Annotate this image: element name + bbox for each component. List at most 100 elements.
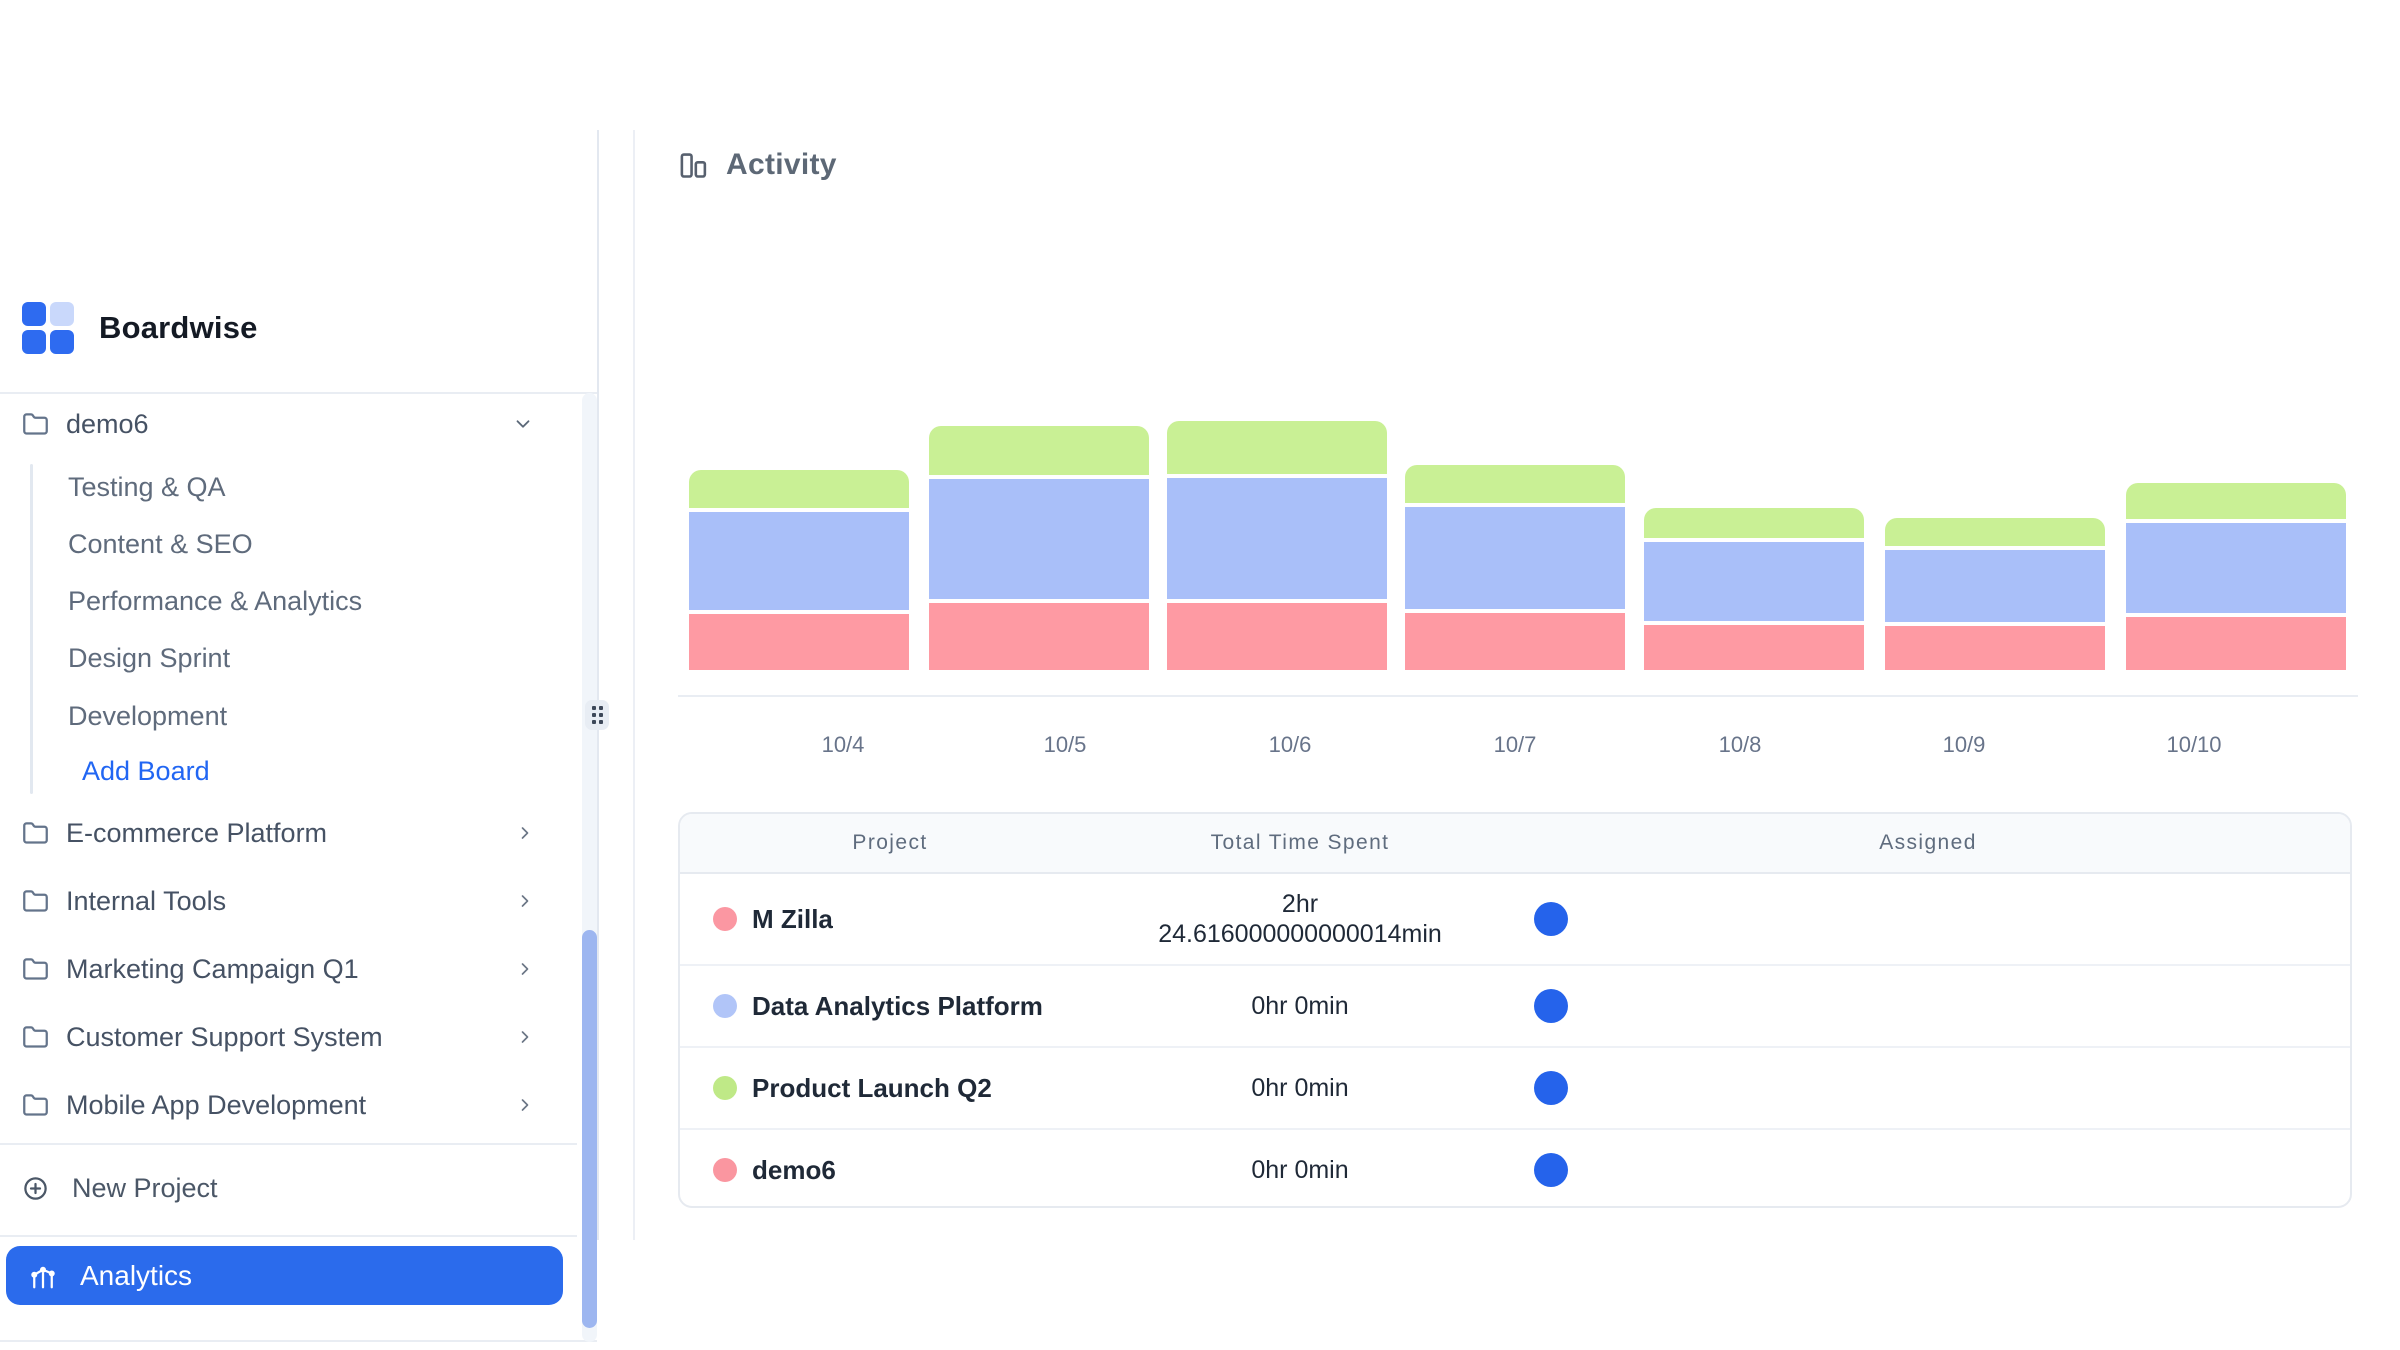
bar-segment-product-launch-q2 [1885,518,2105,546]
brand-name: Boardwise [99,310,258,346]
analytics-nav-button[interactable]: Analytics [6,1246,563,1305]
x-axis-tick-label: 10/10 [2166,732,2221,758]
sidebar-project-label: Internal Tools [66,886,226,917]
divider [0,1340,597,1342]
stacked-bar-10/7 [1405,465,1625,670]
x-axis-tick-label: 10/5 [1044,732,1087,758]
time-value-line: 0hr 0min [1100,991,1500,1021]
logo-square [50,302,74,326]
stacked-bar-10/9 [1885,518,2105,670]
bar-segment-data-analytics-platform [1405,507,1625,609]
folder-icon [22,1024,49,1051]
chevron-down-icon[interactable] [512,413,534,435]
logo-square [50,330,74,354]
sidebar-project-label: Mobile App Development [66,1090,366,1121]
add-board-button[interactable]: Add Board [82,751,210,791]
sidebar-resize-handle[interactable] [585,700,609,730]
x-axis-tick-label: 10/7 [1494,732,1537,758]
chevron-right-icon[interactable] [515,1095,535,1115]
assignee-avatar[interactable] [1534,1071,1568,1105]
sidebar-scrollbar-thumb[interactable] [582,930,597,1328]
sidebar-board-item[interactable]: Design Sprint [68,638,230,678]
sidebar-project-item[interactable]: E-commerce Platform [22,813,327,853]
activity-title: Activity [726,148,837,182]
stacked-bar-10/10 [2126,483,2346,670]
project-cell: Product Launch Q2 [680,1073,1100,1104]
grip-dot [592,713,596,717]
x-axis-tick-label: 10/4 [822,732,865,758]
folder-icon [22,1092,49,1119]
bar-chart-icon [678,150,709,181]
logo-square [22,330,46,354]
folder-icon [22,888,49,915]
brand[interactable]: Boardwise [22,302,258,354]
x-axis-tick-label: 10/8 [1719,732,1762,758]
bar-segment-data-analytics-platform [1644,542,1864,621]
brand-logo-icon [22,302,74,354]
sidebar-board-item[interactable]: Performance & Analytics [68,581,362,621]
sidebar-project-demo6[interactable]: demo6 [22,404,149,444]
chevron-right-icon[interactable] [515,1027,535,1047]
table-header: Project Total Time Spent Assigned [680,814,2350,874]
folder-icon [22,411,49,438]
project-color-dot [713,994,737,1018]
assignee-avatar[interactable] [1534,1153,1568,1187]
bar-segment-data-analytics-platform [1885,550,2105,622]
sidebar-project-item[interactable]: Marketing Campaign Q1 [22,949,359,989]
project-cell: M Zilla [680,904,1100,935]
assigned-cell [1500,902,2350,936]
total-time-cell: 0hr 0min [1100,1155,1500,1185]
table-row: Product Launch Q2 0hr 0min [680,1046,2350,1128]
project-name: Product Launch Q2 [752,1073,992,1104]
bar-segment-product-launch-q2 [1644,508,1864,538]
time-value-line: 0hr 0min [1100,1073,1500,1103]
sidebar-project-item[interactable]: Mobile App Development [22,1085,366,1125]
new-project-button[interactable]: New Project [22,1168,218,1208]
plus-circle-icon [22,1175,49,1202]
sidebar-project-item[interactable]: Internal Tools [22,881,226,921]
app-root: Boardwise demo6 Testing & QA Content & SE… [0,0,2400,1350]
sidebar-board-item[interactable]: Development [68,696,227,736]
table-body: M Zilla2hr24.616000000000014minData Anal… [680,874,2350,1208]
total-time-cell: 0hr 0min [1100,1073,1500,1103]
assignee-avatar[interactable] [1534,989,1568,1023]
sidebar-project-item[interactable]: Customer Support System [22,1017,383,1057]
new-project-label: New Project [72,1173,218,1204]
project-name: demo6 [752,1155,836,1186]
project-cell: demo6 [680,1155,1100,1186]
assignee-avatar[interactable] [1534,902,1568,936]
chevron-right-icon[interactable] [515,891,535,911]
table-row: demo6 0hr 0min [680,1128,2350,1208]
grip-dot [599,713,603,717]
bar-segment-product-launch-q2 [689,470,909,508]
bar-segment-product-launch-q2 [2126,483,2346,519]
x-axis-line [678,695,2358,697]
board-item-label: Performance & Analytics [68,586,362,617]
bar-segment-m-zilla [929,603,1149,670]
bar-segment-m-zilla [689,614,909,670]
stacked-bar-10/5 [929,426,1149,670]
bar-segment-product-launch-q2 [1405,465,1625,503]
sidebar-board-item[interactable]: Content & SEO [68,524,253,564]
project-color-dot [713,907,737,931]
divider [0,392,597,394]
sidebar-project-label: demo6 [66,409,149,440]
bar-segment-m-zilla [1405,613,1625,670]
bar-segment-product-launch-q2 [929,426,1149,475]
bar-segment-data-analytics-platform [929,479,1149,599]
chevron-right-icon[interactable] [515,959,535,979]
board-item-label: Design Sprint [68,643,230,674]
analytics-chart-icon [28,1261,58,1291]
grip-dot [592,720,596,724]
time-value-line: 0hr 0min [1100,1155,1500,1185]
time-spent-table: Project Total Time Spent Assigned M Zill… [678,812,2352,1208]
sidebar-board-item[interactable]: Testing & QA [68,467,226,507]
activity-header: Activity [678,148,837,182]
analytics-label: Analytics [80,1260,192,1292]
divider [0,1235,577,1237]
assigned-cell [1500,989,2350,1023]
project-name: M Zilla [752,904,833,935]
column-header-project: Project [852,814,927,872]
folder-icon [22,820,49,847]
chevron-right-icon[interactable] [515,823,535,843]
